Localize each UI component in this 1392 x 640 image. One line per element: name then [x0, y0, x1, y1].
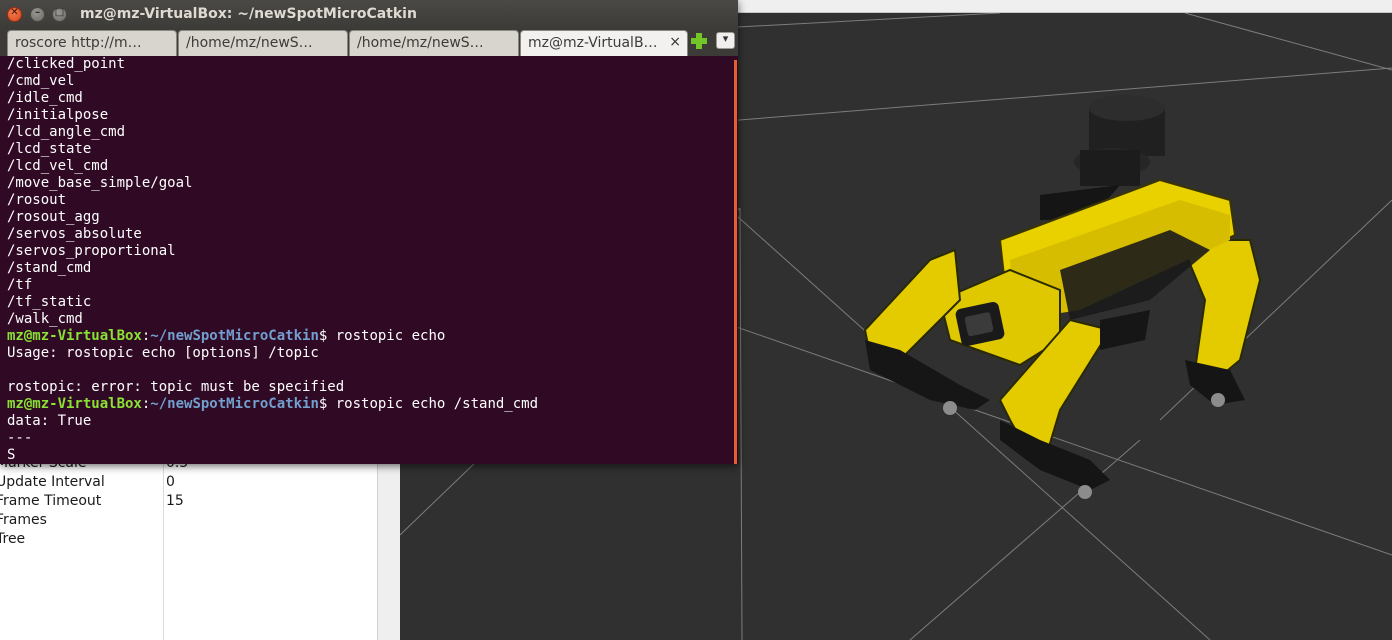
window-title: mz@mz-VirtualBox: ~/newSpotMicroCatkin — [80, 6, 417, 22]
property-key: Tree — [0, 531, 26, 547]
tab-home-2[interactable]: /home/mz/newS… — [349, 30, 519, 56]
output-line: /tf — [7, 277, 33, 293]
output-line: /lcd_vel_cmd — [7, 158, 109, 174]
output-line: /lcd_angle_cmd — [7, 124, 126, 140]
output-line: Usage: rostopic echo [options] /topic — [7, 345, 319, 361]
property-key: Update Interval — [0, 474, 105, 490]
close-tab-icon[interactable]: × — [669, 34, 681, 50]
property-row[interactable]: Frame Timeout 15 — [0, 493, 377, 512]
minimize-button[interactable]: – — [30, 7, 45, 22]
property-key: Frame Timeout — [0, 493, 102, 509]
prompt-command: $ rostopic echo /stand_cmd — [318, 396, 539, 412]
terminal-output[interactable]: /clicked_point /cmd_vel /idle_cmd /initi… — [0, 56, 738, 464]
prompt-user: mz@mz-VirtualBox — [7, 328, 142, 344]
property-row[interactable]: Tree — [0, 531, 377, 550]
tab-menu-button[interactable]: ▾ — [716, 32, 735, 49]
output-line: /rosout — [7, 192, 67, 208]
tab-bar: roscore http://m… /home/mz/newS… /home/m… — [0, 29, 738, 56]
output-line: /lcd_state — [7, 141, 92, 157]
close-button[interactable]: ✕ — [7, 7, 22, 22]
property-key: Frames — [0, 512, 47, 528]
prompt-user: mz@mz-VirtualBox — [7, 396, 142, 412]
rviz-toolbar — [738, 0, 1392, 13]
output-line: /stand_cmd — [7, 260, 92, 276]
maximize-icon: □ — [54, 7, 65, 18]
output-line: /move_base_simple/goal — [7, 175, 193, 191]
add-tab-icon — [691, 33, 707, 49]
tab-home-1[interactable]: /home/mz/newS… — [178, 30, 348, 56]
prompt-path: ~/newSpotMicroCatkin — [150, 328, 319, 344]
tab-label: /home/mz/newS… — [357, 35, 484, 51]
output-line: /idle_cmd — [7, 90, 83, 106]
tab-roscore[interactable]: roscore http://m… — [7, 30, 177, 56]
minimize-icon: – — [35, 7, 40, 18]
output-line: S — [7, 447, 16, 463]
property-row[interactable]: Frames — [0, 512, 377, 531]
prompt-path: ~/newSpotMicroCatkin — [150, 396, 319, 412]
close-icon: ✕ — [10, 7, 19, 18]
property-value[interactable]: 0 — [166, 474, 175, 490]
tab-active[interactable]: mz@mz-VirtualB… × — [520, 30, 688, 56]
property-row[interactable]: Update Interval 0 — [0, 474, 377, 493]
prompt-line: mz@mz-VirtualBox:~/newSpotMicroCatkin$ r… — [7, 396, 539, 412]
output-line: data: True — [7, 413, 92, 429]
tab-label: /home/mz/newS… — [186, 35, 313, 51]
window-titlebar[interactable]: ✕ – □ mz@mz-VirtualBox: ~/newSpotMicroCa… — [0, 0, 738, 29]
robot-dog-model — [863, 95, 1262, 499]
output-line: rostopic: error: topic must be specified — [7, 379, 345, 395]
output-line: /servos_proportional — [7, 243, 176, 259]
add-tab-button[interactable] — [690, 32, 708, 50]
property-value[interactable]: 15 — [166, 493, 184, 509]
tab-label: roscore http://m… — [15, 35, 142, 51]
output-line: --- — [7, 430, 33, 446]
output-line: /initialpose — [7, 107, 109, 123]
tab-label: mz@mz-VirtualB… — [528, 35, 658, 51]
chevron-down-icon: ▾ — [722, 32, 729, 45]
output-line: /walk_cmd — [7, 311, 83, 327]
maximize-button[interactable]: □ — [52, 7, 67, 22]
output-line: /tf_static — [7, 294, 92, 310]
output-line: /servos_absolute — [7, 226, 142, 242]
output-line: /cmd_vel — [7, 73, 75, 89]
output-line: /rosout_agg — [7, 209, 100, 225]
output-line: /clicked_point — [7, 56, 126, 72]
terminal-scrollbar[interactable] — [734, 60, 737, 464]
prompt-line: mz@mz-VirtualBox:~/newSpotMicroCatkin$ r… — [7, 328, 446, 344]
terminal-window[interactable]: ✕ – □ mz@mz-VirtualBox: ~/newSpotMicroCa… — [0, 0, 738, 464]
prompt-command: $ rostopic echo — [318, 328, 446, 344]
